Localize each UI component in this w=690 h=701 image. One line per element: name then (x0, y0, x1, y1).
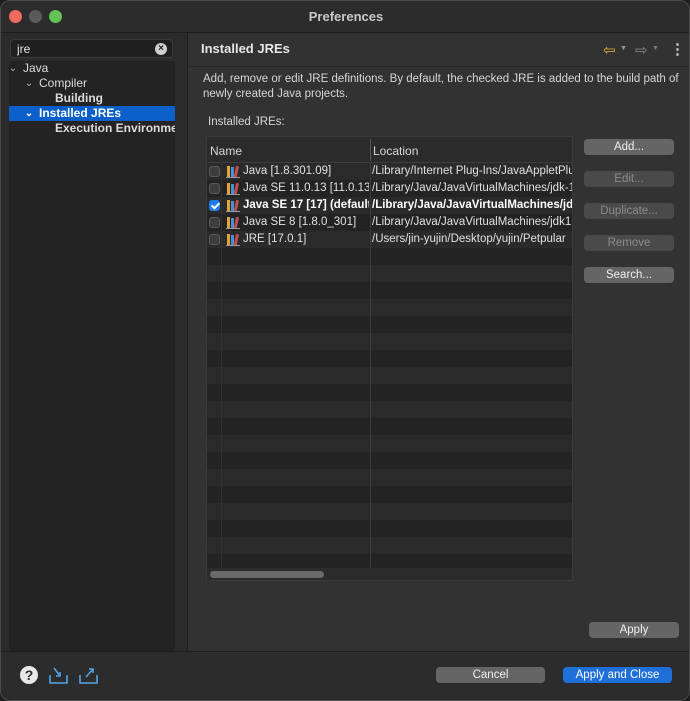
table-row[interactable] (207, 469, 572, 486)
table-row[interactable]: Java [1.8.301.09] /Library/Internet Plug-… (207, 163, 572, 180)
table-row[interactable] (207, 384, 572, 401)
library-icon (226, 216, 240, 229)
arrow-right-icon[interactable]: ⇨ (635, 41, 648, 59)
preference-tree: Execution Environments ⌄ Installed JREsBui… (9, 61, 175, 669)
column-divider[interactable] (370, 139, 371, 161)
chevron-down-icon[interactable]: ⌄ (9, 61, 19, 76)
table-label: Installed JREs: (208, 116, 285, 128)
preference-page: Installed JREs ⇦ ▼ ⇨ ▼ ⋮ Add, remove or … (189, 33, 689, 651)
table-row[interactable]: Java SE 11.0.13 [11.0.13]/Library/Java/J… (207, 180, 572, 197)
import-icon[interactable] (48, 666, 69, 685)
table-row[interactable] (207, 367, 572, 384)
jre-name: Java SE 11.0.13 [11.0.13] (243, 182, 369, 194)
jre-location: /Library/Internet Plug-Ins/JavaAppletPlu… (372, 165, 572, 177)
column-header-location[interactable]: Location (373, 144, 418, 158)
table-row[interactable] (207, 265, 572, 282)
page-description: Add, remove or edit JRE definitions. By … (203, 73, 679, 100)
forward-history-dropdown-icon[interactable]: ▼ (652, 45, 659, 52)
apply-button[interactable]: Apply (589, 622, 679, 638)
page-title: Installed JREs (201, 41, 290, 56)
cancel-button[interactable]: Cancel (436, 667, 545, 683)
jre-default-checkbox[interactable] (209, 200, 220, 211)
table-row[interactable] (207, 333, 572, 350)
back-history-dropdown-icon[interactable]: ▼ (620, 45, 627, 52)
jre-location: /Library/Java/JavaVirtualMachines/jdk-17… (372, 199, 572, 211)
preference-navigation-pane: × Execution Environments ⌄ Installed JREsB… (1, 33, 188, 669)
duplicate-button[interactable]: Duplicate... (584, 203, 674, 219)
table-row[interactable] (207, 537, 572, 554)
jre-name: JRE [17.0.1] (243, 233, 307, 245)
table-horizontal-scrollbar[interactable] (210, 571, 324, 578)
jre-name: Java SE 17 [17] (default) (243, 199, 369, 211)
preferences-window: Preferences × Execution Environments ⌄ Ins… (0, 0, 690, 701)
table-row[interactable] (207, 350, 572, 367)
table-row[interactable] (207, 486, 572, 503)
arrow-left-icon[interactable]: ⇦ (603, 41, 616, 59)
library-icon (226, 199, 240, 212)
help-icon[interactable]: ? (20, 666, 38, 684)
jre-default-checkbox[interactable] (209, 183, 220, 194)
window-title: Preferences (308, 9, 384, 24)
table-row[interactable] (207, 299, 572, 316)
checkbox-column-divider (221, 163, 222, 568)
tree-item[interactable]: Execution Environments (9, 121, 175, 136)
table-horizontal-scrollbar-track (207, 568, 572, 580)
tree-item-label: Compiler (39, 76, 88, 90)
table-row[interactable]: Java SE 8 [1.8.0_301] /Library/Java/JavaV… (207, 214, 572, 231)
tree-item-label: Installed JREs (39, 106, 122, 120)
table-row[interactable] (207, 435, 572, 452)
chevron-down-icon[interactable]: ⌄ (23, 106, 35, 121)
filter-field[interactable]: × (10, 39, 173, 58)
table-row[interactable] (207, 520, 572, 537)
tree-item[interactable]: Building (9, 91, 175, 106)
add-button[interactable]: Add... (584, 139, 674, 155)
jre-location: /Library/Java/JavaVirtualMachines/jdk-11… (372, 182, 572, 194)
installed-jres-table[interactable]: Name Location Java [1.8.301.09] /Library/… (206, 136, 573, 581)
page-navigation: ⇦ ▼ ⇨ ▼ ⋮ (603, 40, 685, 59)
jre-location: /Users/jin-yujin/Desktop/yujin/Petpular (372, 233, 566, 245)
jre-name: Java SE 8 [1.8.0_301] (243, 216, 357, 228)
jre-location: /Library/Java/JavaVirtualMachines/jdk1.8… (372, 216, 572, 228)
table-row[interactable] (207, 418, 572, 435)
library-icon (226, 233, 240, 246)
apply-and-close-button[interactable]: Apply and Close (563, 667, 672, 683)
library-icon (226, 165, 240, 178)
search-button[interactable]: Search... (584, 267, 674, 283)
table-row[interactable] (207, 401, 572, 418)
table-row[interactable] (207, 503, 572, 520)
dialog-button-bar: ? Cancel Apply and Close (1, 651, 689, 700)
title-bar: Preferences (1, 1, 689, 33)
tree-item[interactable]: ⌄ Installed JREs (9, 106, 175, 121)
filter-input[interactable] (17, 41, 152, 56)
tree-item[interactable]: ⌄ Compiler (9, 76, 175, 91)
tree-item[interactable]: ⌄ Java (9, 61, 175, 76)
table-row[interactable] (207, 316, 572, 333)
jre-name: Java [1.8.301.09] (243, 165, 332, 177)
jre-default-checkbox[interactable] (209, 234, 220, 245)
chevron-down-icon[interactable]: ⌄ (23, 76, 35, 91)
table-row[interactable] (207, 282, 572, 299)
tree-item-label: Java (23, 61, 49, 75)
table-row[interactable] (207, 452, 572, 469)
table-header: Name Location (207, 137, 572, 163)
jre-default-checkbox[interactable] (209, 166, 220, 177)
kebab-menu-icon[interactable]: ⋮ (670, 40, 685, 58)
export-icon[interactable] (78, 666, 99, 685)
jre-default-checkbox[interactable] (209, 217, 220, 228)
library-icon (226, 182, 240, 195)
title-divider (189, 66, 689, 67)
table-row[interactable]: Java SE 17 [17] (default)/Library/Java/J… (207, 197, 572, 214)
clear-filter-icon[interactable]: × (155, 43, 167, 55)
table-row[interactable]: JRE [17.0.1] /Users/jin-yujin/Desktop/yuj… (207, 231, 572, 248)
tree-item-label: Execution Environments (55, 121, 175, 135)
column-header-name[interactable]: Name (210, 144, 242, 158)
tree-item-label: Building (55, 91, 103, 105)
name-column-divider (370, 163, 371, 568)
table-row[interactable] (207, 248, 572, 265)
remove-button[interactable]: Remove (584, 235, 674, 251)
edit-button[interactable]: Edit... (584, 171, 674, 187)
